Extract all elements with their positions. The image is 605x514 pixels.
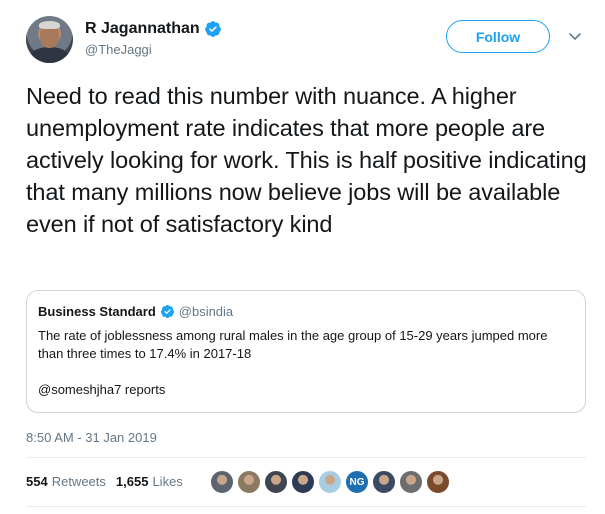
liker-avatar[interactable]: [237, 470, 261, 494]
verified-badge-icon: [204, 21, 221, 37]
verified-badge-icon: [160, 304, 174, 319]
quoted-tweet-card[interactable]: Business Standard @bsindia The rate of j…: [26, 290, 586, 413]
author-names[interactable]: R Jagannathan @TheJaggi: [85, 19, 222, 57]
quoted-author-name: Business Standard: [38, 304, 156, 319]
quoted-tweet-text: The rate of joblessness among rural male…: [38, 328, 548, 361]
quoted-author-handle: @bsindia: [178, 304, 234, 319]
likers-avatars: NG: [210, 470, 453, 494]
retweets-label[interactable]: Retweets: [52, 474, 106, 489]
chevron-down-icon[interactable]: [568, 32, 582, 42]
avatar-hair: [39, 21, 60, 29]
liker-avatar[interactable]: [318, 470, 342, 494]
divider-bottom: [26, 506, 586, 507]
liker-avatar[interactable]: [291, 470, 315, 494]
likes-label[interactable]: Likes: [152, 474, 182, 489]
follow-button[interactable]: Follow: [446, 20, 550, 53]
liker-avatar[interactable]: NG: [345, 470, 369, 494]
quoted-tweet-reports: @someshjha7 reports: [38, 382, 166, 397]
author-handle[interactable]: @TheJaggi: [85, 42, 222, 57]
liker-avatar[interactable]: [372, 470, 396, 494]
tweet-stats: 554 Retweets 1,655 Likes: [26, 474, 193, 489]
liker-avatar[interactable]: [264, 470, 288, 494]
liker-avatar[interactable]: [210, 470, 234, 494]
avatar-body: [30, 47, 69, 63]
liker-avatar[interactable]: [399, 470, 423, 494]
name-row: R Jagannathan: [85, 19, 222, 39]
liker-avatar[interactable]: [426, 470, 450, 494]
author-avatar[interactable]: [26, 16, 73, 63]
quoted-tweet-header: Business Standard @bsindia: [38, 304, 233, 319]
tweet-timestamp[interactable]: 8:50 AM - 31 Jan 2019: [26, 430, 157, 445]
retweets-count[interactable]: 554: [26, 474, 48, 489]
author-display-name[interactable]: R Jagannathan: [85, 20, 200, 38]
likes-count[interactable]: 1,655: [116, 474, 149, 489]
tweet-text: Need to read this number with nuance. A …: [26, 83, 587, 237]
divider-top: [26, 457, 586, 458]
tweet-header: R Jagannathan @TheJaggi Follow: [26, 16, 586, 66]
